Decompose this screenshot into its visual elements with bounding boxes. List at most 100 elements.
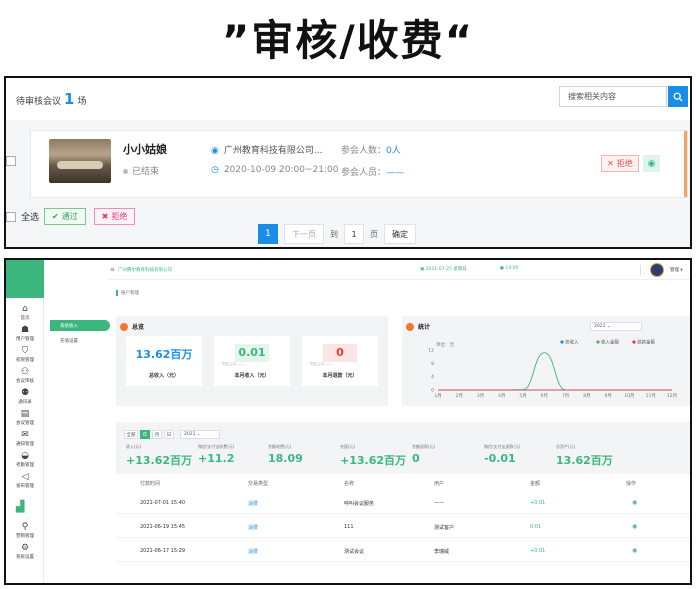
sidebar-item-label: 首页	[20, 316, 30, 321]
menu-icon[interactable]: ≡	[110, 266, 115, 273]
subnav-item-recharge[interactable]: 充值设置	[60, 338, 78, 344]
goto-page-input[interactable]: 1	[344, 224, 364, 244]
card-accent	[684, 131, 687, 197]
time-display: ● 14:05	[500, 266, 519, 271]
x-tick-label: 10月	[624, 393, 634, 399]
filter-month-button[interactable]: 月	[152, 430, 162, 439]
filter-year-button[interactable]: 年	[140, 430, 150, 439]
sidebar-item-3[interactable]: ⚇ 会议审核	[6, 367, 44, 384]
overview-title: 总览	[132, 324, 145, 331]
filter-bar: 全部 年 月 日 2021 ⌄ 收入(元) +13.62百万 微信/支付宝收费(元)…	[116, 422, 690, 474]
sidebar-item-7[interactable]: ◒ 考勤管理	[6, 451, 44, 468]
meeting-company-text: 广州教育科技有限公司...	[223, 146, 323, 156]
filter-year-select[interactable]: 2021 ⌄	[180, 430, 220, 439]
approve-label: 通过	[61, 212, 78, 221]
close-icon: ✕	[607, 159, 614, 168]
x-tick-label: 6月	[541, 393, 548, 399]
column-header[interactable]: 付款时间	[140, 480, 160, 487]
legend-label: 收入金额	[601, 339, 619, 346]
sidebar-lower-item-0[interactable]: ⚲ 营销管理	[6, 522, 44, 539]
metric-value: 18.09	[268, 452, 303, 465]
search-icon	[673, 92, 683, 101]
column-header: 交易类型	[248, 481, 269, 487]
sidebar-item-label: 考勤管理	[16, 463, 34, 468]
stats-box: 统计 2021 ⌄ 单位：元 0 4 8 12 1月 2月 3月 4月 5月 6月 7月 8月 9月 10月…	[402, 316, 690, 406]
sidebar-item-1[interactable]: ☗ 用户管理	[6, 325, 44, 342]
approve-button[interactable]: ✔ 通过	[44, 208, 86, 225]
cell-name: 呼叫会议服务	[344, 501, 375, 507]
table-row: 2021-06-19 15:45 消费 111 测试客户 0.01 ◉	[116, 516, 690, 538]
month-income-label: 本月收入（元）	[234, 373, 270, 379]
meeting-name: 小小姑娘	[123, 143, 167, 156]
count-value: 0人	[386, 146, 401, 156]
month-income-card: 0.01 同比上月 —— 本月收入（元）	[214, 336, 290, 386]
y-tick-label: 8	[431, 361, 434, 367]
pending-count: 1	[64, 90, 75, 108]
meeting-checkbox[interactable]	[6, 156, 16, 166]
x-tick-label: 11月	[646, 393, 656, 399]
y-tick-label: 4	[431, 374, 434, 380]
page-current[interactable]: 1	[258, 224, 278, 244]
legend-label: 总收入	[565, 339, 579, 346]
reject-meeting-label: 拒绝	[616, 159, 633, 168]
sidebar-lower-item-1[interactable]: ⚙ 系统设置	[6, 543, 44, 560]
sidebar-item-0[interactable]: ⌂ 首页	[6, 304, 44, 321]
reject-meeting-button[interactable]: ✕ 拒绝	[601, 155, 639, 172]
metric-2: 余额收费(元) 18.09	[268, 444, 303, 465]
sidebar-item-6[interactable]: ✉ 通知管理	[6, 430, 44, 447]
eye-icon[interactable]: ◉	[632, 523, 637, 530]
bulk-reject-button[interactable]: ✖ 拒绝	[93, 208, 136, 225]
cell-time: 2021-07-01 15:40	[140, 500, 186, 506]
close-icon: ✖	[101, 212, 109, 221]
filter-all-button[interactable]: 全部	[124, 430, 138, 439]
x-tick-label: 4月	[498, 393, 505, 399]
sidebar-item-4[interactable]: ⚉ 通讯录	[6, 388, 44, 405]
time-text: 14:05	[505, 266, 519, 271]
metric-label: 收入(元)	[126, 444, 142, 449]
y-tick-label: 0	[431, 388, 434, 394]
filter-day-button[interactable]: 日	[164, 430, 174, 439]
bulk-reject-label: 拒绝	[111, 212, 128, 221]
goto-confirm-button[interactable]: 确定	[384, 224, 416, 244]
search-input[interactable]: 搜索相关内容	[559, 86, 667, 107]
attendance-icon: ◒	[21, 451, 29, 461]
subnav-item-income[interactable]: 系统收入	[50, 320, 110, 331]
metric-label: 充值(元)	[340, 444, 356, 449]
page-unit: 页	[370, 229, 378, 239]
meeting-count: 参会人数：0人	[341, 143, 401, 156]
next-page-button[interactable]: 下一页	[284, 224, 324, 244]
period-filter: 全部 年 月 日 2021 ⌄	[124, 430, 220, 439]
legend-marker	[596, 340, 600, 344]
eye-icon[interactable]: ◉	[632, 499, 637, 506]
cell-type[interactable]: 消费	[248, 524, 258, 531]
company-name: 广州腾尔教育科技有限公司	[118, 268, 172, 273]
metric-4: 余额退款(元) 0	[412, 444, 435, 465]
meeting-time: ◷ 2020-10-09 20:00~21:00	[211, 165, 338, 175]
metric-value: 0	[412, 452, 420, 465]
avatar[interactable]	[650, 263, 664, 277]
view-meeting-button[interactable]: ◉	[643, 155, 660, 172]
sidebar-item-label: 通知管理	[16, 442, 34, 447]
cell-name: 111	[344, 524, 354, 530]
select-all-checkbox[interactable]	[6, 211, 16, 222]
select-all-label: 全选	[21, 213, 40, 223]
members-label: 参会人员：	[341, 168, 387, 178]
total-income-value: 13.62百万	[135, 348, 193, 361]
network-icon: ⚲	[21, 522, 29, 532]
sidebar-item-8[interactable]: ◁ 发布管理	[6, 472, 44, 489]
main-sidebar: ⌂ 首页 ☗ 用户管理 ⛉ 权限管理 ⚇ 会议审核 ⚉ 通讯录 ▤ 会议管理 ✉ 通知管理 ◒ 考勤管理 ◁ 发布…	[6, 260, 44, 583]
user-menu[interactable]: 管理 ▾	[670, 267, 683, 273]
cell-type[interactable]: 消费	[248, 548, 258, 555]
cell-type[interactable]: 消费	[248, 500, 258, 507]
meeting-members: 参会人员：——	[341, 165, 404, 178]
check-icon: ✔	[52, 212, 59, 221]
sidebar-item-5[interactable]: ▤ 会议管理	[6, 409, 44, 426]
x-tick-label: 5月	[519, 393, 526, 399]
date-text: 2021-07-25 星期日	[425, 267, 467, 272]
cell-user: ——	[434, 500, 444, 506]
search-button[interactable]	[668, 86, 688, 107]
banner: ”审核/收费“	[0, 0, 696, 74]
eye-icon[interactable]: ◉	[632, 547, 637, 554]
x-tick-label: 2月	[456, 393, 463, 399]
sidebar-item-2[interactable]: ⛉ 权限管理	[6, 346, 44, 363]
